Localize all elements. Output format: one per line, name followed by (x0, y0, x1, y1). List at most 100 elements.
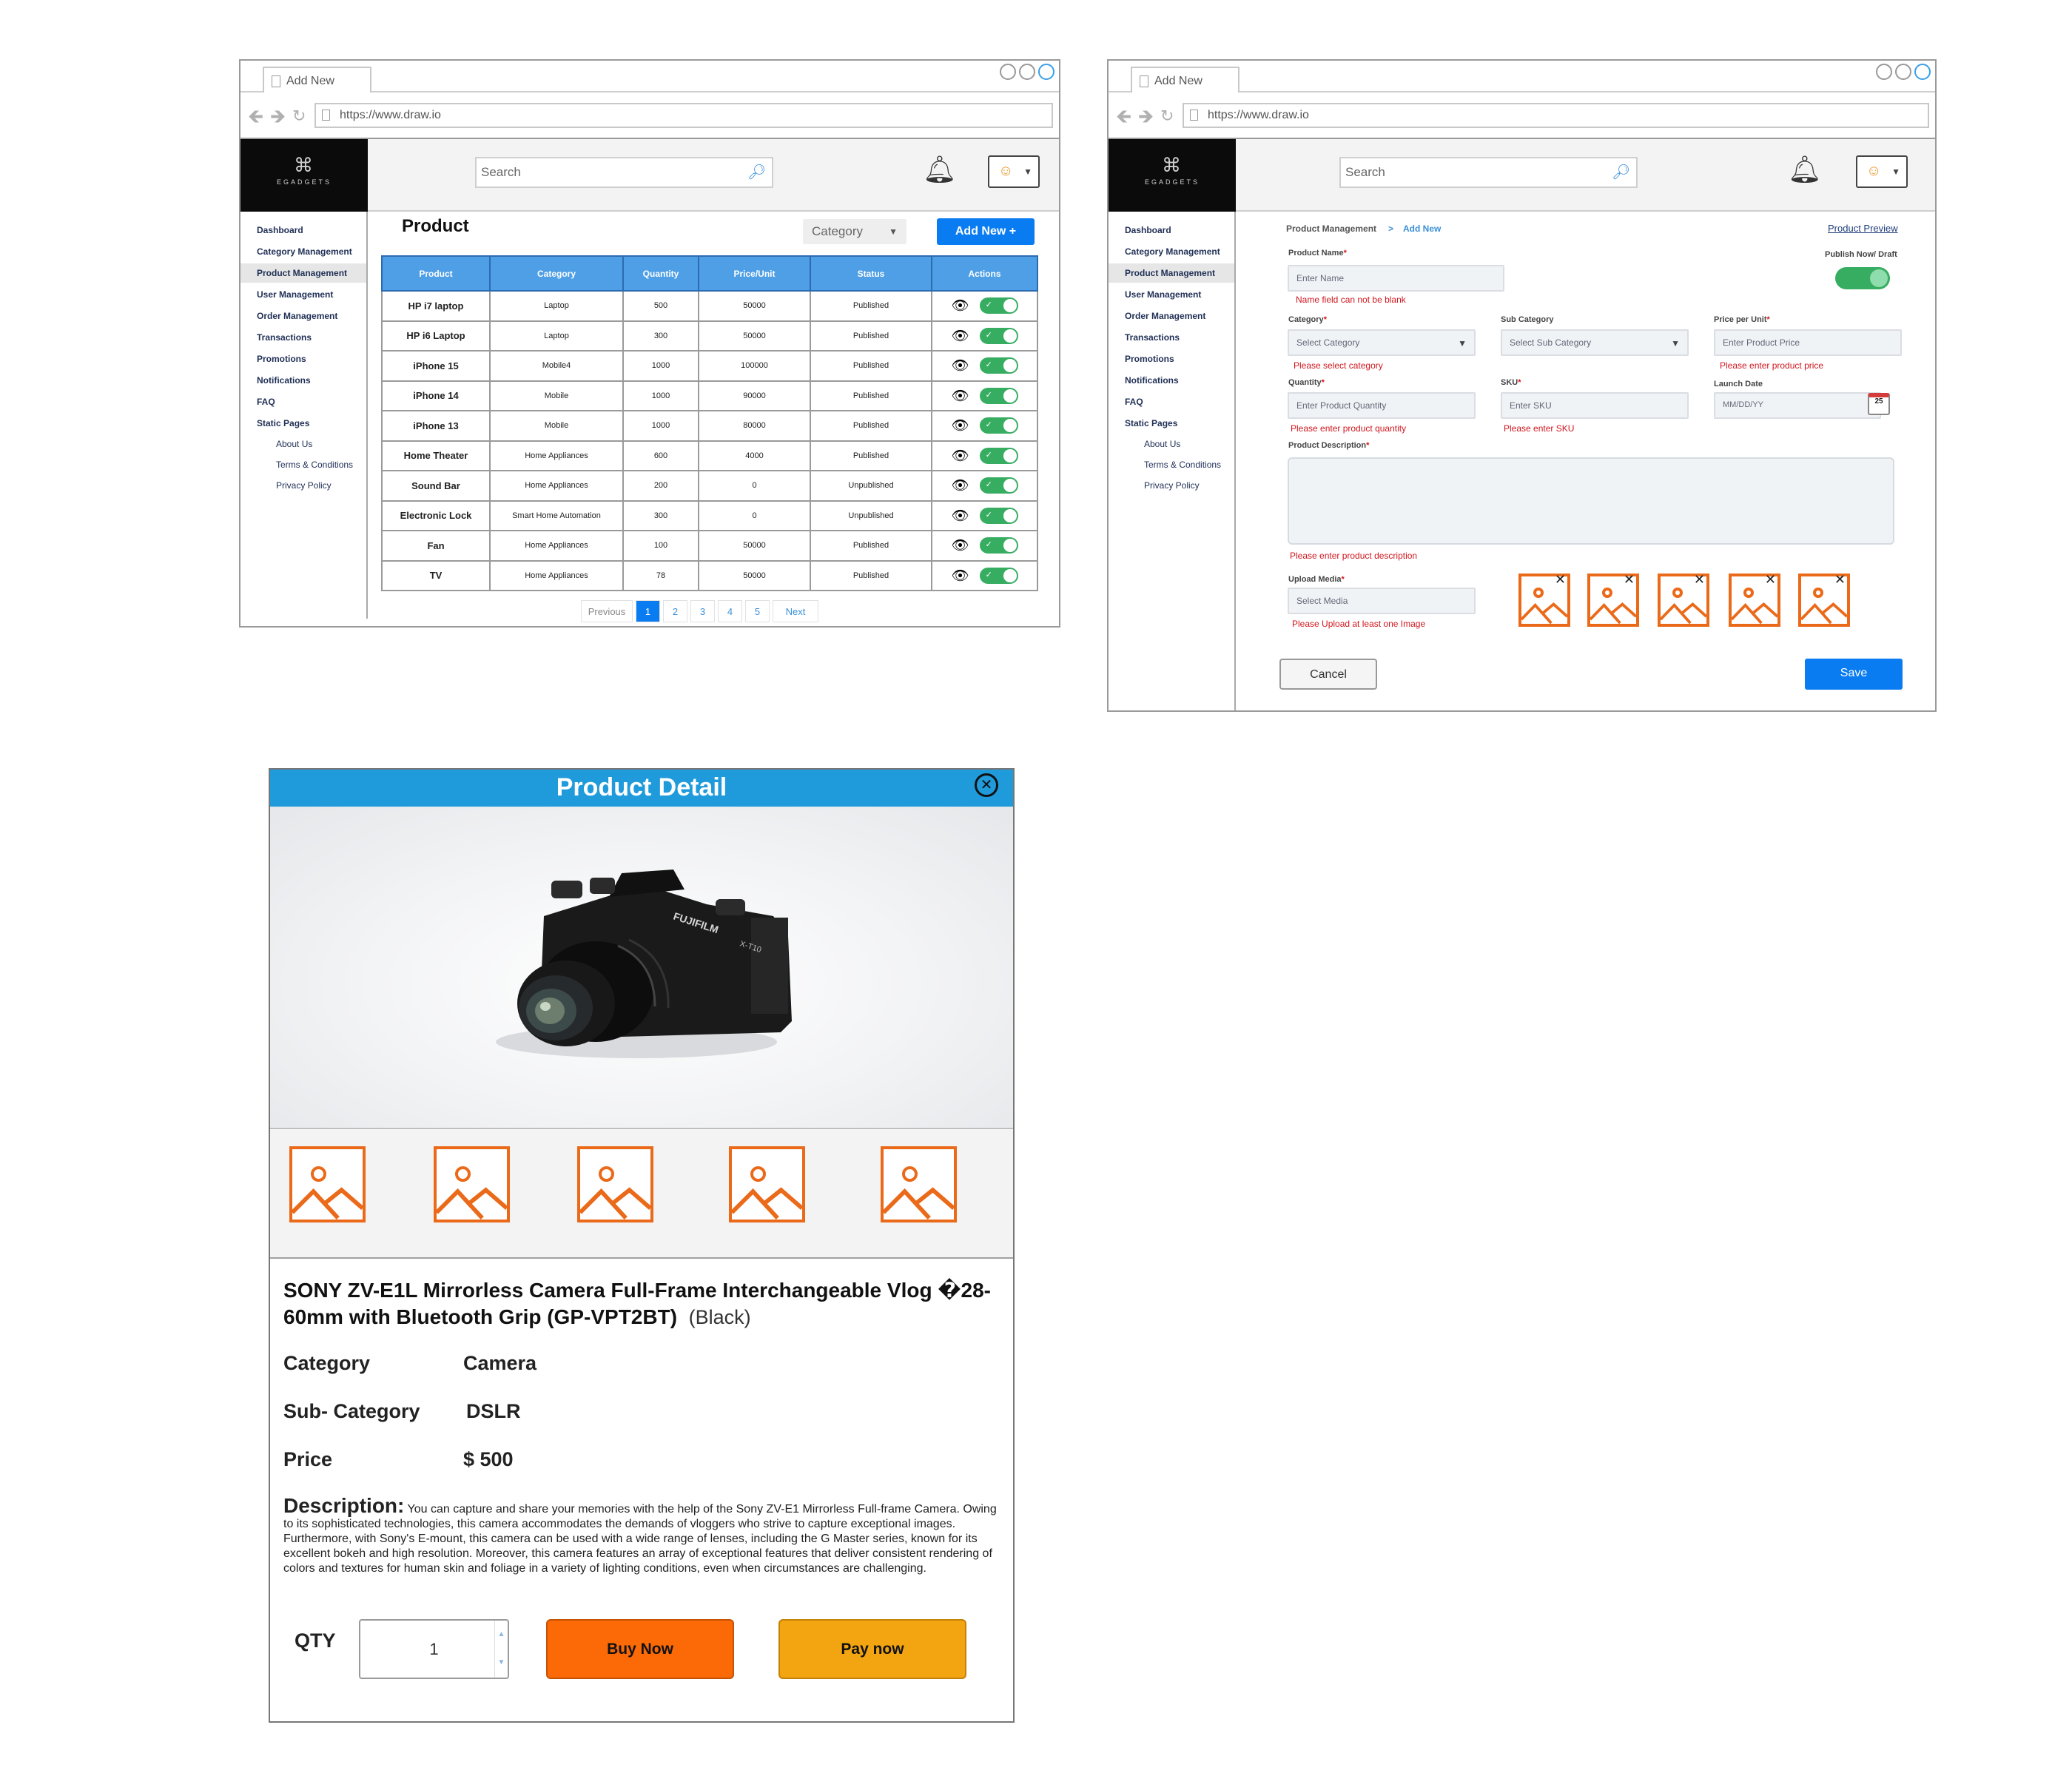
sidebar-item-static-pages[interactable]: Static Pages (1109, 414, 1234, 433)
remove-icon[interactable]: ✕ (1624, 572, 1635, 588)
status-toggle[interactable]: ✓ (979, 357, 1018, 374)
window-button[interactable] (1876, 64, 1892, 80)
sidebar-subitem-privacy[interactable]: Privacy Policy (1109, 477, 1234, 494)
url-field[interactable]: https://www.draw.io (314, 103, 1053, 128)
column-header[interactable]: Status (810, 255, 932, 292)
product-preview-link[interactable]: Product Preview (1828, 223, 1898, 234)
quantity-field[interactable]: Enter Product Quantity (1288, 392, 1476, 419)
sidebar-item-promotions[interactable]: Promotions (1109, 349, 1234, 369)
brand-logo[interactable]: ⌘ EGADGETS (1109, 139, 1236, 212)
eye-icon[interactable]: 👁︎ (951, 357, 969, 374)
column-header[interactable]: Quantity (622, 255, 699, 292)
window-button[interactable] (1895, 64, 1911, 80)
pagination-previous[interactable]: Previous (581, 600, 633, 622)
status-toggle[interactable]: ✓ (979, 387, 1018, 404)
image-placeholder-icon[interactable] (289, 1146, 366, 1222)
upload-media-field[interactable]: Select Media (1288, 588, 1476, 614)
column-header[interactable]: Category (489, 255, 624, 292)
image-placeholder-icon[interactable]: ✕ (1658, 572, 1709, 627)
sidebar-item-notifications[interactable]: Notifications (1109, 371, 1234, 390)
description-textarea[interactable] (1288, 457, 1894, 545)
sidebar-subitem-terms[interactable]: Terms & Conditions (1109, 456, 1234, 474)
sidebar-item-category-management[interactable]: Category Management (240, 242, 366, 261)
status-toggle[interactable]: ✓ (979, 537, 1018, 554)
pagination-page[interactable]: 1 (636, 600, 660, 622)
close-icon[interactable]: ✕ (975, 773, 998, 797)
status-toggle[interactable]: ✓ (979, 417, 1018, 434)
sidebar-subitem-privacy[interactable]: Privacy Policy (240, 477, 366, 494)
sidebar-item-notifications[interactable]: Notifications (240, 371, 366, 390)
status-toggle[interactable]: ✓ (979, 327, 1018, 344)
reload-icon[interactable]: ↻ (1160, 108, 1174, 124)
pagination-page[interactable]: 3 (690, 600, 715, 622)
pagination-next[interactable]: Next (773, 600, 818, 622)
remove-icon[interactable]: ✕ (1765, 572, 1776, 588)
user-menu[interactable]: ☺ ▼ (988, 155, 1040, 188)
quantity-stepper[interactable]: 1 ▲ ▼ (359, 1619, 509, 1679)
search-icon[interactable]: 🔍︎ (1612, 163, 1630, 181)
sidebar-item-transactions[interactable]: Transactions (240, 328, 366, 347)
product-name-field[interactable]: Enter Name (1288, 265, 1504, 292)
eye-icon[interactable]: 👁︎ (951, 536, 969, 554)
browser-tab[interactable]: Add New (263, 67, 371, 94)
remove-icon[interactable]: ✕ (1694, 572, 1705, 588)
sidebar-item-product-management[interactable]: Product Management (1109, 263, 1234, 283)
eye-icon[interactable]: 👁︎ (951, 567, 969, 585)
brand-logo[interactable]: ⌘ EGADGETS (240, 139, 368, 212)
add-new-button[interactable]: Add New + (937, 218, 1035, 245)
sidebar-item-faq[interactable]: FAQ (1109, 392, 1234, 411)
product-main-image[interactable]: FUJIFILM X-T10 (270, 807, 1013, 1129)
sidebar-item-product-management[interactable]: Product Management (240, 263, 366, 283)
sidebar-item-order-management[interactable]: Order Management (1109, 306, 1234, 326)
category-select[interactable]: Select Category ▼ (1288, 329, 1476, 356)
image-placeholder-icon[interactable] (577, 1146, 653, 1222)
eye-icon[interactable]: 👁︎ (951, 297, 969, 314)
pay-now-button[interactable]: Pay now (778, 1619, 966, 1679)
search-icon[interactable]: 🔍︎ (747, 163, 766, 181)
status-toggle[interactable]: ✓ (979, 567, 1018, 584)
search-input[interactable]: Search 🔍︎ (1339, 157, 1638, 188)
status-toggle[interactable]: ✓ (979, 507, 1018, 524)
image-placeholder-icon[interactable] (729, 1146, 805, 1222)
sidebar-subitem-about-us[interactable]: About Us (240, 435, 366, 453)
sidebar-item-dashboard[interactable]: Dashboard (1109, 221, 1234, 240)
remove-icon[interactable]: ✕ (1555, 572, 1566, 588)
sidebar-item-faq[interactable]: FAQ (240, 392, 366, 411)
image-placeholder-icon[interactable] (434, 1146, 510, 1222)
save-button[interactable]: Save (1805, 659, 1903, 690)
window-button[interactable] (1914, 64, 1931, 80)
pagination-page[interactable]: 5 (745, 600, 770, 622)
status-toggle[interactable]: ✓ (979, 447, 1018, 464)
image-placeholder-icon[interactable]: ✕ (1518, 572, 1570, 627)
image-placeholder-icon[interactable] (881, 1146, 957, 1222)
image-placeholder-icon[interactable]: ✕ (1587, 572, 1639, 627)
stepper-arrows-icon[interactable]: ▲ ▼ (494, 1621, 508, 1678)
launch-date-field[interactable]: MM/DD/YY (1714, 392, 1881, 419)
eye-icon[interactable]: 👁︎ (951, 327, 969, 345)
browser-tab[interactable]: Add New (1131, 67, 1240, 94)
sub-category-select[interactable]: Select Sub Category ▼ (1501, 329, 1689, 356)
eye-icon[interactable]: 👁︎ (951, 507, 969, 525)
bell-icon[interactable]: 🔔︎ (923, 154, 957, 185)
sidebar-subitem-terms[interactable]: Terms & Conditions (240, 456, 366, 474)
column-header[interactable]: Price/Unit (698, 255, 811, 292)
forward-arrow-icon[interactable]: 🡺 (1138, 107, 1154, 126)
sidebar-item-transactions[interactable]: Transactions (1109, 328, 1234, 347)
user-menu[interactable]: ☺ ▼ (1856, 155, 1908, 188)
breadcrumb-parent[interactable]: Product Management (1286, 223, 1376, 234)
image-placeholder-icon[interactable]: ✕ (1798, 572, 1850, 627)
remove-icon[interactable]: ✕ (1834, 572, 1846, 588)
window-button[interactable] (1038, 64, 1054, 80)
image-placeholder-icon[interactable]: ✕ (1729, 572, 1780, 627)
eye-icon[interactable]: 👁︎ (951, 387, 969, 405)
back-arrow-icon[interactable]: 🡸 (1116, 107, 1131, 126)
window-button[interactable] (1000, 64, 1016, 80)
sidebar-item-static-pages[interactable]: Static Pages (240, 414, 366, 433)
sidebar-item-category-management[interactable]: Category Management (1109, 242, 1234, 261)
eye-icon[interactable]: 👁︎ (951, 417, 969, 434)
forward-arrow-icon[interactable]: 🡺 (270, 107, 286, 126)
status-toggle[interactable]: ✓ (979, 477, 1018, 494)
calendar-icon[interactable]: 25 (1868, 393, 1890, 415)
eye-icon[interactable]: 👁︎ (951, 477, 969, 494)
cancel-button[interactable]: Cancel (1279, 659, 1377, 690)
